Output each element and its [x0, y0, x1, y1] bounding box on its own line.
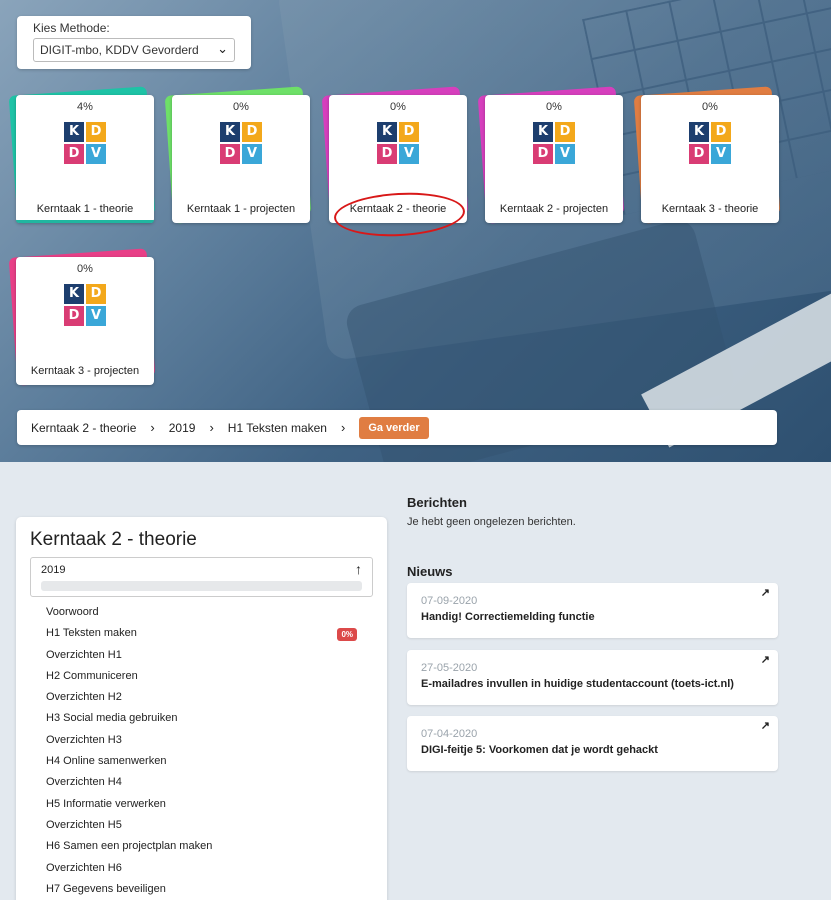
chevron-right-icon: ›	[209, 420, 214, 435]
chapter-item[interactable]: Overzichten H6	[30, 858, 373, 879]
method-select[interactable]: DIGIT-mbo, KDDV Gevorderd ⌄	[33, 38, 235, 62]
chapter-item[interactable]: H7 Gegevens beveiligen	[30, 879, 373, 900]
card-name: Kerntaak 1 - projecten	[186, 203, 296, 215]
card-percentage: 0%	[546, 101, 562, 113]
breadcrumb-item[interactable]: 2019	[169, 421, 196, 435]
chevron-down-icon: ⌄	[217, 41, 228, 56]
news-date: 07-04-2020	[421, 728, 478, 740]
card-kerntaak-2-projecten[interactable]: 0% KDDV Kerntaak 2 - projecten	[477, 86, 625, 224]
news-headline: DIGI-feitje 5: Voorkomen dat je wordt ge…	[421, 744, 658, 756]
card-kerntaak-1-projecten[interactable]: 0% KDDV Kerntaak 1 - projecten	[164, 86, 312, 224]
news-item[interactable]: 07-04-2020 DIGI-feitje 5: Voorkomen dat …	[407, 716, 778, 771]
chapter-list: Voorwoord H1 Teksten maken 0% Overzichten…	[30, 602, 373, 900]
chevron-right-icon: ›	[340, 420, 346, 435]
card-kerntaak-3-projecten[interactable]: 0% KDDV Kerntaak 3 - projecten	[8, 248, 156, 386]
year-progress-bar	[41, 581, 362, 591]
news-date: 27-05-2020	[421, 662, 478, 674]
kddv-logo: KDDV	[220, 122, 262, 164]
kddv-logo: KDDV	[64, 122, 106, 164]
card-percentage: 0%	[390, 101, 406, 113]
method-label: Kies Methode:	[33, 21, 110, 35]
kddv-logo: KDDV	[64, 284, 106, 326]
card-progress-bar	[16, 220, 154, 223]
year-label: 2019	[41, 564, 66, 576]
method-selector-box: Kies Methode: DIGIT-mbo, KDDV Gevorderd …	[17, 16, 251, 69]
year-selector[interactable]: 2019 ↑	[30, 557, 373, 597]
news-date: 07-09-2020	[421, 595, 478, 607]
chapter-item-label: H1 Teksten maken	[46, 627, 137, 640]
card-percentage: 0%	[233, 101, 249, 113]
breadcrumb-item[interactable]: H1 Teksten maken	[228, 421, 327, 435]
progress-badge: 0%	[337, 628, 357, 642]
chapter-item[interactable]: Overzichten H3	[30, 730, 373, 751]
kddv-logo: KDDV	[689, 122, 731, 164]
chapter-item[interactable]: Overzichten H2	[30, 687, 373, 708]
course-panel: Kerntaak 2 - theorie 2019 ↑ Voorwoord H1…	[16, 517, 387, 900]
chevron-right-icon: ›	[150, 420, 155, 435]
kddv-logo: KDDV	[533, 122, 575, 164]
arrow-up-icon[interactable]: ↑	[355, 561, 362, 577]
card-name: Kerntaak 3 - theorie	[661, 203, 759, 215]
external-link-icon[interactable]: ↗	[761, 653, 770, 666]
external-link-icon[interactable]: ↗	[761, 586, 770, 599]
news-title: Nieuws	[407, 564, 453, 579]
external-link-icon[interactable]: ↗	[761, 719, 770, 732]
chapter-item[interactable]: Overzichten H5	[30, 815, 373, 836]
method-select-value: DIGIT-mbo, KDDV Gevorderd	[40, 43, 199, 57]
card-kerntaak-1-theorie[interactable]: 4% KDDV Kerntaak 1 - theorie	[8, 86, 156, 224]
chapter-item[interactable]: H5 Informatie verwerken	[30, 794, 373, 815]
chapter-item[interactable]: H1 Teksten maken 0%	[30, 623, 373, 644]
card-name: Kerntaak 1 - theorie	[36, 203, 134, 215]
messages-text: Je hebt geen ongelezen berichten.	[407, 516, 576, 528]
news-headline: Handig! Correctiemelding functie	[421, 611, 595, 623]
continue-button[interactable]: Ga verder	[359, 416, 429, 439]
chapter-item[interactable]: Voorwoord	[30, 602, 373, 623]
card-name: Kerntaak 2 - projecten	[499, 203, 609, 215]
card-percentage: 0%	[702, 101, 718, 113]
breadcrumb: Kerntaak 2 - theorie › 2019 › H1 Teksten…	[17, 410, 777, 445]
card-kerntaak-3-theorie[interactable]: 0% KDDV Kerntaak 3 - theorie	[633, 86, 781, 224]
news-item[interactable]: 07-09-2020 Handig! Correctiemelding func…	[407, 583, 778, 638]
panel-title: Kerntaak 2 - theorie	[30, 529, 197, 550]
chapter-item[interactable]: Overzichten H4	[30, 772, 373, 793]
chapter-item[interactable]: Overzichten H1	[30, 645, 373, 666]
kddv-logo: KDDV	[377, 122, 419, 164]
news-item[interactable]: 27-05-2020 E-mailadres invullen in huidi…	[407, 650, 778, 705]
messages-title: Berichten	[407, 495, 467, 510]
chapter-item[interactable]: H6 Samen een projectplan maken	[30, 836, 373, 857]
card-name: Kerntaak 3 - projecten	[30, 365, 140, 377]
chapter-item[interactable]: H4 Online samenwerken	[30, 751, 373, 772]
breadcrumb-item[interactable]: Kerntaak 2 - theorie	[31, 421, 136, 435]
chapter-item[interactable]: H3 Social media gebruiken	[30, 708, 373, 729]
card-percentage: 4%	[77, 101, 93, 113]
news-headline: E-mailadres invullen in huidige studenta…	[421, 678, 734, 690]
card-percentage: 0%	[77, 263, 93, 275]
chapter-item[interactable]: H2 Communiceren	[30, 666, 373, 687]
